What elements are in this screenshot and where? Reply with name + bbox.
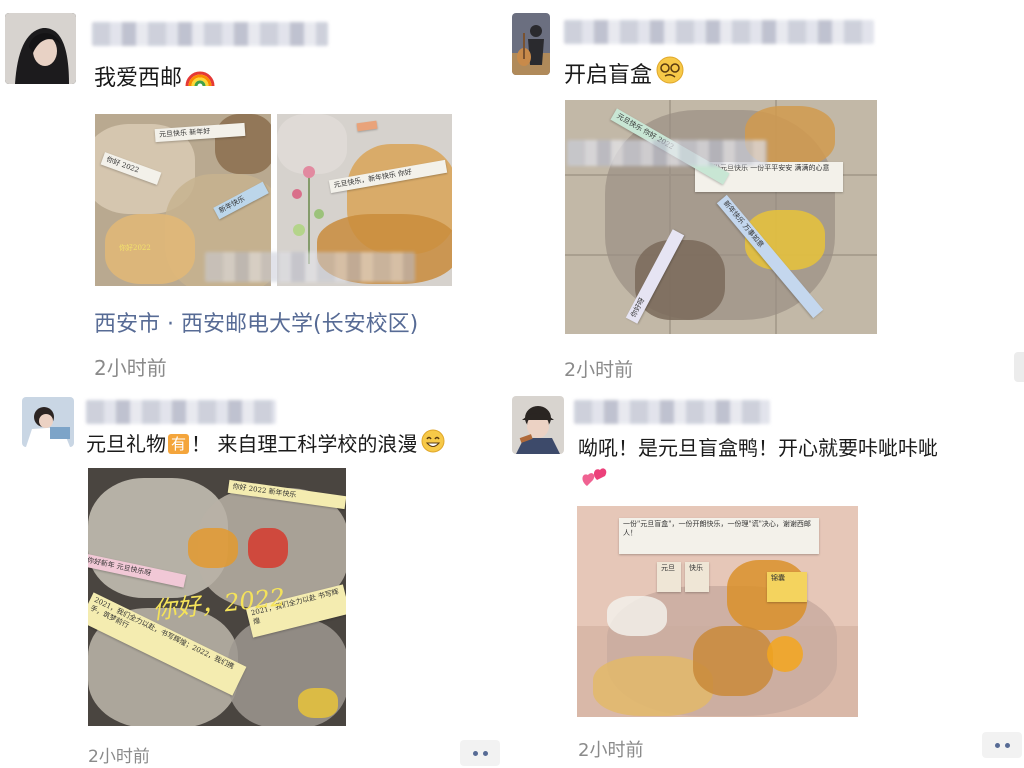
post-time: 2小时前 [564, 359, 634, 381]
username-blurred[interactable] [92, 22, 328, 46]
you-badge: 有 [168, 434, 190, 454]
post-time: 2小时前 [88, 747, 150, 767]
post-text: 我爱西邮 [94, 62, 215, 97]
blurred-overlay [205, 252, 415, 282]
post-photo-1[interactable]: 今日份元旦快乐 一份平平安安 满满的心意 元旦快乐 你好 2022 新年快乐 万… [565, 100, 877, 334]
moment-post-1: 我爱西邮 元旦快乐 新年好 你好 2022 新年快乐 你好2022 元旦快乐，新… [0, 0, 512, 390]
flower-decoration-icon [292, 166, 324, 264]
avatar[interactable] [512, 13, 550, 75]
avatar[interactable] [512, 396, 564, 454]
avatar-photo [22, 397, 74, 447]
post-photo-1[interactable]: 一份"元旦盲盒"，一份开朗快乐，一份理"谎"决心，谢谢西邮人！ 元旦 快乐 锦囊 [577, 506, 858, 717]
username-blurred[interactable] [564, 20, 874, 44]
post-text: 呦吼！是元旦盲盒鸭！开心就要咔呲咔呲 [578, 433, 938, 463]
moment-post-2: 开启盲盒 今日份元旦快乐 一份平平安安 满满的心意 元旦快乐 你好 2022 新… [512, 0, 1024, 390]
more-options-button[interactable] [460, 740, 500, 766]
location-link[interactable]: 西安市 · 西安邮电大学(长安校区) [94, 306, 418, 338]
post-time: 2小时前 [578, 740, 644, 761]
post-text-content: 开启盲盒 [564, 63, 653, 88]
nerd-face-icon [655, 55, 685, 94]
avatar[interactable] [22, 397, 74, 447]
avatar[interactable] [5, 13, 76, 84]
blurred-overlay [567, 140, 767, 166]
post-text-content-2: ！ 来自理工科学校的浪漫 [191, 432, 418, 456]
scroll-indicator[interactable] [1014, 352, 1024, 382]
username-blurred[interactable] [86, 400, 276, 424]
post-text: 开启盲盒 [564, 55, 685, 94]
two-hearts-icon [581, 466, 609, 496]
post-text-content: 呦吼！是元旦盲盒鸭！开心就要咔呲咔呲 [578, 436, 938, 460]
moment-post-3: 元旦礼物有！ 来自理工科学校的浪漫 你好新年 元旦快乐呀 你好 2022 新年快… [0, 390, 512, 768]
username-blurred[interactable] [574, 400, 770, 424]
post-text: 元旦礼物有！ 来自理工科学校的浪漫 [86, 428, 446, 462]
post-text-content: 我爱西邮 [94, 66, 183, 91]
post-time: 2小时前 [94, 356, 167, 380]
post-text-content: 元旦礼物 [86, 432, 166, 456]
grin-icon [420, 428, 446, 462]
moment-post-4: 呦吼！是元旦盲盒鸭！开心就要咔呲咔呲 一份"元旦盲盒"，一份开朗快乐，一份理"谎… [512, 390, 1024, 768]
more-options-button[interactable] [982, 732, 1022, 758]
rainbow-icon [185, 62, 215, 97]
avatar-photo [512, 396, 564, 454]
avatar-photo [512, 13, 550, 75]
post-photo-1[interactable]: 你好新年 元旦快乐呀 你好 2022 新年快乐 2021，我们全力以赴，书写辉煌… [88, 468, 346, 726]
avatar-photo [5, 13, 76, 84]
